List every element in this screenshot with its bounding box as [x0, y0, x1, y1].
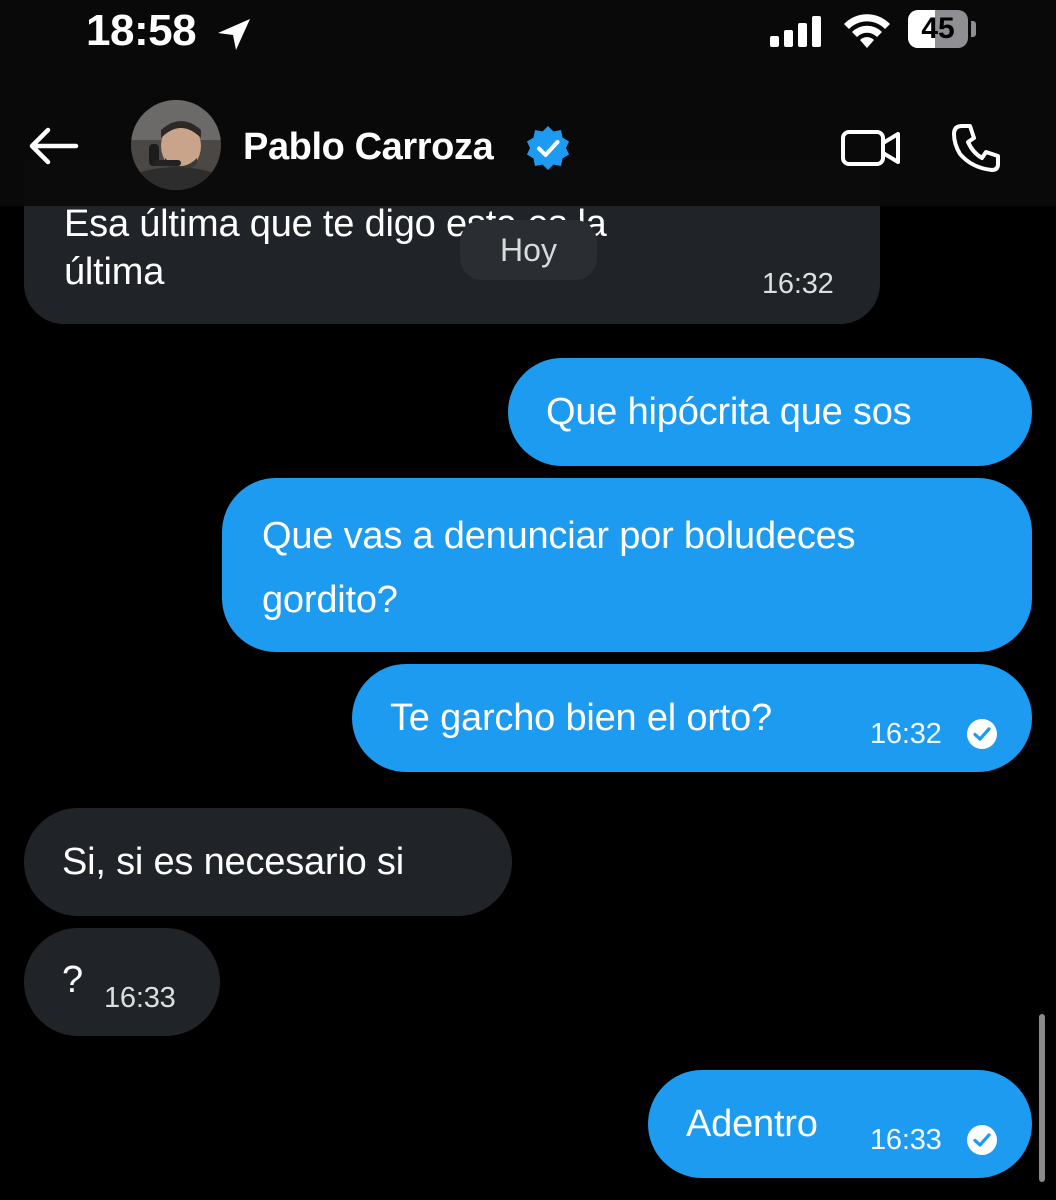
back-arrow-icon[interactable]	[26, 124, 80, 168]
contact-name[interactable]: Pablo Carroza	[243, 122, 494, 172]
day-separator: Hoy	[460, 220, 597, 280]
message-text: Adentro	[686, 1103, 818, 1145]
chat-header: 18:58 45 Pablo Carroza	[0, 0, 1056, 206]
status-time: 18:58	[86, 6, 197, 55]
video-call-icon[interactable]	[840, 124, 902, 172]
message-text-line2: gordito?	[262, 579, 398, 621]
message-text: ?	[62, 959, 83, 1001]
avatar-photo	[131, 100, 221, 190]
message-text-line1: Que vas a denunciar por boludeces	[262, 515, 856, 557]
message-outgoing-1[interactable]: Que hipócrita que sos	[508, 358, 1032, 466]
message-time: 16:33	[104, 982, 176, 1014]
message-outgoing-3[interactable]: Te garcho bien el orto? 16:32	[352, 664, 1032, 772]
read-check-icon	[967, 1125, 997, 1155]
message-incoming-3[interactable]: ? 16:33	[24, 928, 220, 1036]
message-outgoing-4[interactable]: Adentro 16:33	[648, 1070, 1032, 1178]
message-text: Que hipócrita que sos	[546, 391, 912, 433]
verified-badge-icon	[527, 126, 569, 170]
message-time: 16:32	[870, 718, 942, 750]
cellular-signal-icon	[770, 16, 821, 47]
battery-level: 45	[921, 12, 955, 45]
phone-call-icon[interactable]	[948, 120, 1004, 176]
message-text: Te garcho bien el orto?	[390, 697, 772, 739]
avatar[interactable]	[131, 100, 221, 190]
battery-icon: 45	[908, 10, 968, 48]
scroll-indicator[interactable]	[1039, 1014, 1045, 1182]
message-incoming-2[interactable]: Si, si es necesario si	[24, 808, 512, 916]
battery-cap	[971, 21, 976, 37]
message-outgoing-2[interactable]: Que vas a denunciar por boludeces gordit…	[222, 478, 1032, 652]
location-arrow-icon	[218, 19, 250, 50]
wifi-icon	[844, 14, 890, 48]
message-text: última	[64, 251, 165, 293]
message-time: 16:33	[870, 1124, 942, 1156]
read-check-icon	[967, 719, 997, 749]
message-time: 16:32	[762, 268, 834, 300]
message-text: Si, si es necesario si	[62, 841, 404, 883]
